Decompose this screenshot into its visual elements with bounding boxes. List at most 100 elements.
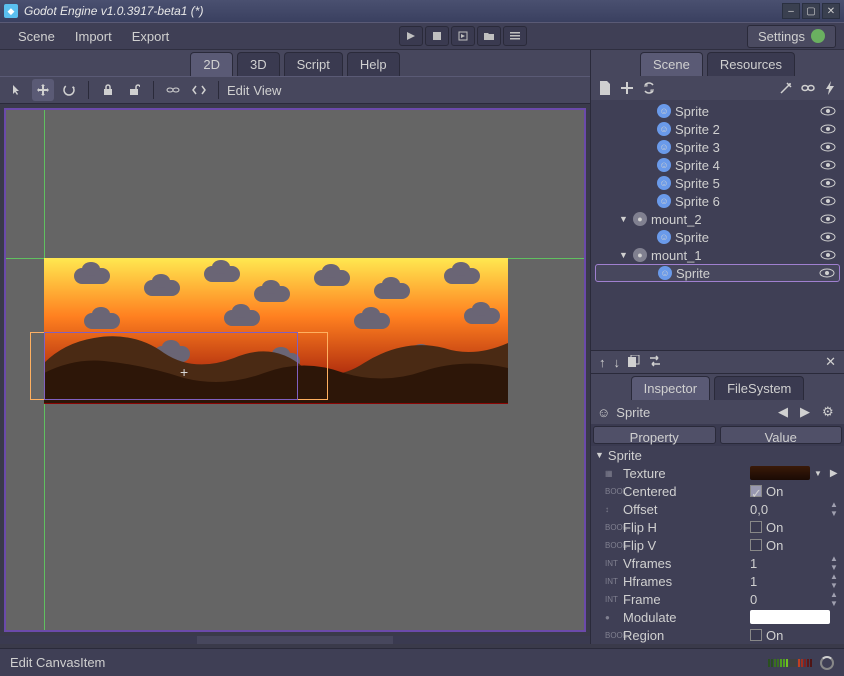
tree-node[interactable]: ☺Sprite 3	[595, 138, 840, 156]
move-up-icon[interactable]: ↑	[599, 355, 606, 370]
prop-row[interactable]: INTFrame0▲▼	[591, 590, 844, 608]
prop-row[interactable]: BOOLFlip HOn	[591, 518, 844, 536]
prop-row[interactable]: INTVframes1▲▼	[591, 554, 844, 572]
right-top-tabs: Scene Resources	[591, 50, 844, 76]
checkbox[interactable]	[750, 539, 762, 551]
play-button[interactable]	[399, 26, 423, 46]
reload-icon[interactable]	[641, 80, 657, 96]
visibility-icon[interactable]	[820, 230, 836, 245]
inspector-header: ☺ Sprite ◀ ▶ ⚙	[591, 400, 844, 424]
spin-icon[interactable]: ▲▼	[830, 554, 840, 572]
gear-icon[interactable]: ⚙	[822, 404, 838, 420]
checkbox[interactable]	[750, 629, 762, 641]
visibility-icon[interactable]	[820, 212, 836, 227]
prop-row[interactable]: ▦Texture▼▶	[591, 464, 844, 482]
tree-node[interactable]: ☺Sprite	[595, 228, 840, 246]
tree-node[interactable]: ▼●mount_2	[595, 210, 840, 228]
delete-icon[interactable]: ✕	[825, 354, 836, 370]
edit-menu[interactable]: Edit	[227, 83, 249, 98]
link-tool[interactable]	[162, 79, 184, 101]
prev-obj-icon[interactable]: ◀	[778, 404, 794, 420]
settings-label: Settings	[758, 29, 805, 44]
value-col: Value	[720, 426, 843, 444]
select-tool[interactable]	[6, 79, 28, 101]
close-button[interactable]: ✕	[822, 3, 840, 19]
checkbox[interactable]	[750, 521, 762, 533]
tab-resources[interactable]: Resources	[707, 52, 795, 76]
folder-button[interactable]	[477, 26, 501, 46]
copy-icon[interactable]	[628, 355, 640, 370]
tab-3d[interactable]: 3D	[237, 52, 280, 76]
prop-row[interactable]: BOOLRegionOn	[591, 626, 844, 644]
prop-row[interactable]: INTHframes1▲▼	[591, 572, 844, 590]
tab-filesystem[interactable]: FileSystem	[714, 376, 804, 400]
spin-icon[interactable]: ▲▼	[830, 590, 840, 608]
scene-tree[interactable]: ☺Sprite☺Sprite 2☺Sprite 3☺Sprite 4☺Sprit…	[591, 100, 844, 350]
next-obj-icon[interactable]: ▶	[800, 404, 816, 420]
color-thumb[interactable]	[750, 610, 830, 624]
view-menu[interactable]: View	[253, 83, 281, 98]
spin-icon[interactable]: ▲▼	[830, 500, 840, 518]
move-down-icon[interactable]: ↓	[614, 355, 621, 370]
node-label: Sprite 5	[675, 176, 720, 191]
tab-inspector[interactable]: Inspector	[631, 376, 710, 400]
lock-tool[interactable]	[97, 79, 119, 101]
code-tool[interactable]	[188, 79, 210, 101]
chevron-down-icon[interactable]: ▼	[619, 214, 629, 224]
menu-scene[interactable]: Scene	[8, 25, 65, 48]
swap-icon[interactable]	[648, 355, 662, 370]
tab-scene[interactable]: Scene	[640, 52, 703, 76]
new-file-icon[interactable]	[597, 80, 613, 96]
status-text: Edit CanvasItem	[10, 655, 768, 670]
node-label: Sprite 4	[675, 158, 720, 173]
tree-node[interactable]: ☺Sprite 2	[595, 120, 840, 138]
visibility-icon[interactable]	[820, 122, 836, 137]
bolt-icon[interactable]	[822, 80, 838, 96]
tree-node[interactable]: ☺Sprite 6	[595, 192, 840, 210]
prop-row[interactable]: ↕Offset0,0▲▼	[591, 500, 844, 518]
wand-icon[interactable]	[778, 80, 794, 96]
tree-node[interactable]: ☺Sprite	[595, 264, 840, 282]
visibility-icon[interactable]	[820, 176, 836, 191]
prop-row[interactable]: BOOLFlip VOn	[591, 536, 844, 554]
maximize-button[interactable]: ▢	[802, 3, 820, 19]
visibility-icon[interactable]	[820, 140, 836, 155]
chevron-down-icon[interactable]: ▼	[619, 250, 629, 260]
prop-name: Frame	[623, 592, 746, 607]
list-button[interactable]	[503, 26, 527, 46]
minimize-button[interactable]: –	[782, 3, 800, 19]
sprite-icon: ☺	[657, 230, 671, 244]
visibility-icon[interactable]	[820, 194, 836, 209]
tab-script[interactable]: Script	[284, 52, 343, 76]
tree-node[interactable]: ▼●mount_1	[595, 246, 840, 264]
menu-export[interactable]: Export	[122, 25, 180, 48]
visibility-icon[interactable]	[820, 104, 836, 119]
prop-section-label[interactable]: Sprite	[608, 448, 642, 463]
move-tool[interactable]	[32, 79, 54, 101]
play-scene-button[interactable]	[451, 26, 475, 46]
property-list[interactable]: ▼Sprite▦Texture▼▶BOOLCentered✓On↕Offset0…	[591, 446, 844, 644]
checkbox[interactable]: ✓	[750, 485, 762, 497]
prop-row[interactable]: ●Modulate	[591, 608, 844, 626]
tab-help[interactable]: Help	[347, 52, 400, 76]
settings-button[interactable]: Settings	[747, 25, 836, 48]
menu-import[interactable]: Import	[65, 25, 122, 48]
spin-icon[interactable]: ▲▼	[830, 572, 840, 590]
tab-2d[interactable]: 2D	[190, 52, 233, 76]
tree-node[interactable]: ☺Sprite 4	[595, 156, 840, 174]
visibility-icon[interactable]	[820, 158, 836, 173]
visibility-icon[interactable]	[819, 266, 835, 281]
visibility-icon[interactable]	[820, 248, 836, 263]
stop-button[interactable]	[425, 26, 449, 46]
tree-node[interactable]: ☺Sprite 5	[595, 174, 840, 192]
viewport-2d[interactable]: +	[4, 108, 586, 632]
rotate-tool[interactable]	[58, 79, 80, 101]
unlock-tool[interactable]	[123, 79, 145, 101]
prop-row[interactable]: BOOLCentered✓On	[591, 482, 844, 500]
prop-name: Vframes	[623, 556, 746, 571]
add-node-icon[interactable]	[619, 80, 635, 96]
dock-spacers[interactable]	[0, 636, 590, 644]
tree-node[interactable]: ☺Sprite	[595, 102, 840, 120]
link-chain-icon[interactable]	[800, 80, 816, 96]
texture-thumb[interactable]	[750, 466, 810, 480]
